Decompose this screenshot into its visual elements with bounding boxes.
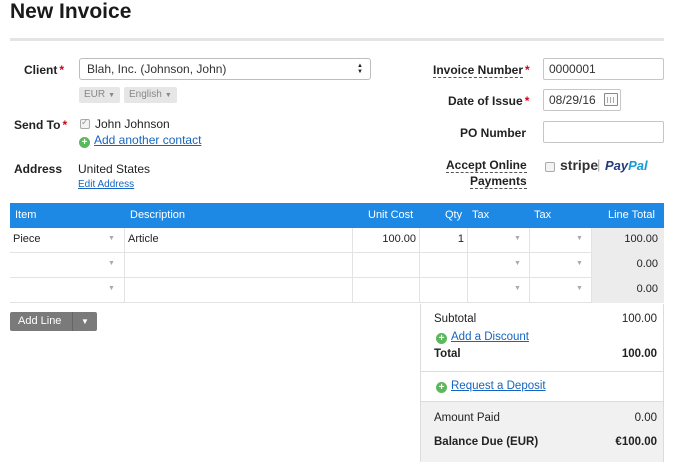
chevron-down-icon: ▼ [514,235,521,242]
online-payments-label: Accept Online Payments [446,158,527,189]
contact-name: John Johnson [95,117,170,131]
chevron-down-icon: ▼ [108,235,115,242]
tax-1-select[interactable]: ▼ [468,278,530,303]
page-title: New Invoice [10,0,132,23]
qty-input[interactable] [420,253,468,278]
col-tax-2: Tax [534,209,552,221]
chevron-down-icon: ▼ [514,285,521,292]
balance-due-label: Balance Due (EUR) [434,436,539,448]
invoice-number-input[interactable]: 0000001 [543,58,664,80]
calendar-icon[interactable] [604,93,618,106]
line-items-header: Item Description Unit Cost Qty Tax Tax L… [10,203,664,228]
chevron-down-icon: ▼ [108,260,115,267]
col-tax-1: Tax [472,209,490,221]
tax-2-select[interactable]: ▼ [530,278,592,303]
amount-paid-label: Amount Paid [434,412,500,424]
chevron-down-icon: ▼ [108,285,115,292]
col-qty: Qty [445,209,463,221]
online-payments-checkbox[interactable] [545,162,555,172]
chevron-down-icon[interactable]: ▼ [72,312,97,331]
item-select[interactable]: ▼ [10,278,125,303]
invoice-number-label: Invoice Number * [433,63,530,78]
po-number-label: PO Number [460,126,527,140]
address-value: United States [78,162,151,176]
plus-icon: + [436,382,447,393]
add-discount-link[interactable]: + Add a Discount [436,331,529,344]
subtotal-label: Subtotal [434,313,477,325]
contact-checkbox[interactable] [80,117,90,129]
deposit-section: + Request a Deposit [421,371,663,401]
po-number-input[interactable] [543,121,664,143]
chevron-down-icon: ▼ [576,260,583,267]
paypal-logo: PayPal [605,158,648,173]
currency-select[interactable]: EUR ▼ [79,87,121,103]
qty-input[interactable] [420,278,468,303]
table-row: ▼ ▼ ▼ 0.00 [10,278,664,303]
edit-address-link[interactable]: Edit Address [78,179,134,190]
date-of-issue-label: Date of Issue * [448,94,530,108]
unit-cost-input[interactable] [353,253,420,278]
line-total: 100.00 [592,228,664,253]
client-label: Client * [24,63,65,77]
chevron-down-icon: ▼ [576,285,583,292]
table-row: ▼ ▼ ▼ 0.00 [10,253,664,278]
chevron-down-icon: ▼ [108,92,116,99]
total-value: 100.00 [621,348,657,360]
plus-icon: + [436,333,447,344]
client-select[interactable]: Blah, Inc. (Johnson, John) ▲ ▼ [79,58,371,80]
description-input[interactable] [125,278,353,303]
item-select[interactable]: Piece ▼ [10,228,125,253]
unit-cost-input[interactable]: 100.00 [353,228,420,253]
table-row: Piece ▼ Article 100.00 1 ▼ ▼ 100.00 [10,228,664,253]
qty-input[interactable]: 1 [420,228,468,253]
request-deposit-link[interactable]: + Request a Deposit [436,380,546,393]
chevron-down-icon: ▼ [514,260,521,267]
balance-section: Amount Paid 0.00 Balance Due (EUR) €100.… [421,401,663,462]
col-line-total: Line Total [608,209,655,221]
subtotal-section: Subtotal 100.00 + Add a Discount Total 10… [421,304,663,371]
language-select[interactable]: English ▼ [124,87,177,103]
address-label: Address [14,162,63,176]
chevron-down-icon: ▼ [576,235,583,242]
plus-icon: + [79,137,90,148]
balance-due-value: €100.00 [615,436,657,448]
line-total: 0.00 [592,278,664,303]
title-divider [10,38,664,41]
send-to-label: Send To * [14,118,68,132]
line-total: 0.00 [592,253,664,278]
col-description: Description [130,209,186,221]
logo-separator: | [597,157,601,172]
totals-panel: Subtotal 100.00 + Add a Discount Total 10… [420,304,664,462]
description-input[interactable] [125,253,353,278]
client-select-value: Blah, Inc. (Johnson, John) [87,62,227,76]
chevron-down-icon: ▼ [164,92,172,99]
amount-paid-value: 0.00 [634,412,657,424]
total-label: Total [434,348,461,360]
col-unit-cost: Unit Cost [368,209,414,221]
tax-2-select[interactable]: ▼ [530,253,592,278]
tax-1-select[interactable]: ▼ [468,228,530,253]
stripe-logo: stripe [560,157,599,173]
tax-2-select[interactable]: ▼ [530,228,592,253]
add-line-button[interactable]: Add Line ▼ [10,312,97,331]
tax-1-select[interactable]: ▼ [468,253,530,278]
add-line-label: Add Line [18,315,62,327]
select-caret-icon: ▲ ▼ [357,63,363,75]
add-contact-link[interactable]: + Add another contact [79,133,201,148]
subtotal-value: 100.00 [621,313,657,325]
description-input[interactable]: Article [125,228,353,253]
item-select[interactable]: ▼ [10,253,125,278]
col-item: Item [15,209,37,221]
unit-cost-input[interactable] [353,278,420,303]
